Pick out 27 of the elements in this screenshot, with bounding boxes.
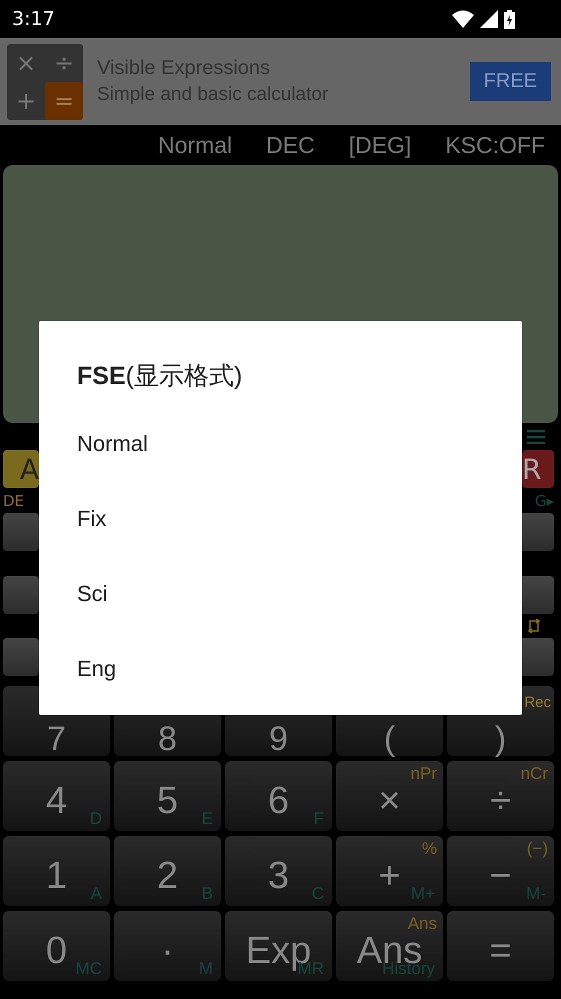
mode-indicator: [DEG] [348,132,412,158]
calculator-key-icon: ÷ [45,44,83,82]
calculator-key[interactable]: nPr × [336,761,443,831]
key-label: G▸ [534,492,554,510]
menu-icon[interactable] [527,430,545,444]
wifi-icon [452,10,474,28]
calculator-key-icon: = [45,82,83,120]
battery-icon [504,10,515,28]
status-time: 3:17 [12,8,55,30]
signal-icon [480,10,498,28]
mode-indicator: Normal [158,132,232,158]
function-key[interactable]: A [3,450,39,488]
calculator-key[interactable]: = [447,911,554,981]
calculator-key-icon: + [7,82,45,120]
dialog-title: FSE(显示格式) [77,361,242,392]
calculator-key[interactable]: nCr ÷ [447,761,554,831]
format-option[interactable]: Normal [77,406,148,481]
swap-icon [527,619,541,633]
mode-indicator: KSC:OFF [445,132,545,158]
free-button[interactable]: FREE [470,62,551,101]
calculator-key[interactable]: ExpMR [225,911,332,981]
key-label: DE [3,492,24,510]
format-option[interactable]: Sci [77,556,108,631]
mode-indicator: DEC [266,132,315,158]
format-option[interactable]: Fix [77,481,106,556]
function-key[interactable]: R [522,450,554,488]
calculator-key-icon: × [7,44,45,82]
